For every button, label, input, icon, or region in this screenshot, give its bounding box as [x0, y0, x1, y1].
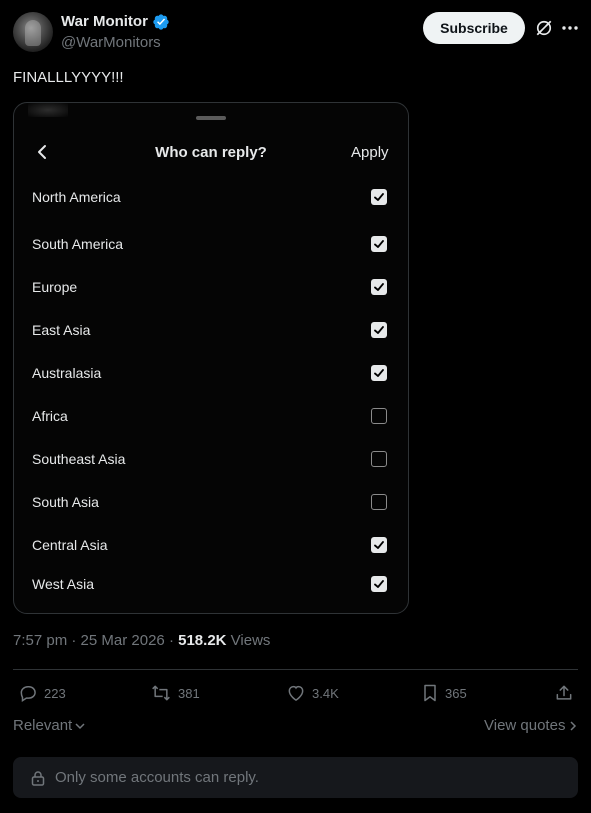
bookmark-button[interactable]: 365	[421, 682, 467, 704]
checkbox-checked	[371, 236, 387, 252]
view-quotes-link[interactable]: View quotes	[484, 717, 579, 734]
share-button[interactable]	[554, 682, 580, 704]
bookmark-count: 365	[445, 685, 467, 701]
more-icon[interactable]	[561, 18, 579, 38]
region-row: East Asia	[14, 316, 408, 346]
author-display-name[interactable]: War Monitor	[61, 13, 148, 30]
sheet-title: Who can reply?	[155, 144, 267, 161]
checkbox-checked	[371, 365, 387, 381]
region-label: Australasia	[32, 365, 102, 381]
region-row: West Asia	[14, 570, 408, 600]
region-row: Europe	[14, 273, 408, 303]
tweet-page: War Monitor @WarMonitors Subscribe FINAL…	[0, 0, 591, 813]
sort-relevant-dropdown[interactable]: Relevant	[13, 717, 86, 734]
share-icon	[556, 685, 572, 700]
tweet-meta: 7:57 pm · 25 Mar 2026 · 518.2K Views	[13, 632, 271, 649]
sort-label: Relevant	[13, 717, 73, 734]
author-handle[interactable]: @WarMonitors	[61, 34, 161, 51]
region-label: Central Asia	[32, 537, 108, 553]
chevron-down-icon	[75, 722, 85, 729]
region-label: Europe	[32, 279, 78, 295]
divider	[13, 669, 578, 670]
checkbox-checked	[371, 322, 387, 338]
like-button[interactable]: 3.4K	[286, 682, 339, 704]
region-row: South America	[14, 230, 408, 260]
checkmark-icon	[374, 326, 384, 334]
checkbox-checked	[371, 576, 387, 592]
region-label: Southeast Asia	[32, 451, 126, 467]
region-row: South Asia	[14, 488, 408, 518]
checkbox-checked	[371, 537, 387, 553]
verified-badge-icon	[153, 14, 169, 30]
lock-icon	[31, 770, 45, 786]
repost-count: 381	[178, 685, 200, 701]
region-row: Africa	[14, 402, 408, 432]
sheet-apply-label: Apply	[351, 144, 389, 161]
checkmark-icon	[374, 541, 384, 549]
tweet-time[interactable]: 7:57 pm	[13, 632, 67, 649]
reply-restriction-notice: Only some accounts can reply.	[13, 757, 578, 798]
checkbox-unchecked	[371, 494, 387, 510]
sheet-grabber-handle	[196, 116, 226, 120]
checkmark-icon	[374, 580, 384, 588]
chevron-right-icon	[570, 720, 577, 731]
reply-icon	[20, 686, 36, 702]
repost-button[interactable]: 381	[150, 682, 200, 704]
view-quotes-label: View quotes	[484, 717, 566, 734]
tweet-date[interactable]: 25 Mar 2026	[81, 632, 165, 649]
tweet-text: FINALLLYYYY!!!	[13, 69, 124, 86]
reply-button[interactable]: 223	[18, 682, 66, 704]
checkbox-unchecked	[371, 451, 387, 467]
region-label: West Asia	[32, 576, 94, 592]
grok-icon[interactable]	[534, 18, 554, 38]
like-count: 3.4K	[312, 685, 339, 701]
region-row: Southeast Asia	[14, 445, 408, 475]
checkmark-icon	[374, 283, 384, 291]
media-shadow	[28, 103, 68, 117]
heart-icon	[288, 685, 304, 701]
region-label: Africa	[32, 408, 68, 424]
region-row: Central Asia	[14, 531, 408, 561]
checkbox-checked	[371, 189, 387, 205]
checkmark-icon	[374, 193, 384, 201]
checkmark-icon	[374, 240, 384, 248]
checkmark-icon	[374, 369, 384, 377]
region-row: North America	[14, 183, 408, 213]
views-count: 518.2K	[178, 632, 227, 649]
region-label: South America	[32, 236, 124, 252]
bookmark-icon	[424, 684, 436, 702]
views-label: Views	[230, 632, 271, 649]
subscribe-button[interactable]: Subscribe	[423, 12, 525, 44]
reply-notice-text: Only some accounts can reply.	[55, 769, 259, 786]
region-row: Australasia	[14, 359, 408, 389]
region-label: South Asia	[32, 494, 99, 510]
repost-icon	[152, 685, 170, 701]
region-label: North America	[32, 189, 121, 205]
tweet-media-image[interactable]: Who can reply? Apply North America South …	[13, 102, 409, 614]
checkbox-unchecked	[371, 408, 387, 424]
checkbox-checked	[371, 279, 387, 295]
avatar[interactable]	[13, 12, 53, 52]
region-label: East Asia	[32, 322, 91, 338]
reply-count: 223	[44, 685, 66, 701]
